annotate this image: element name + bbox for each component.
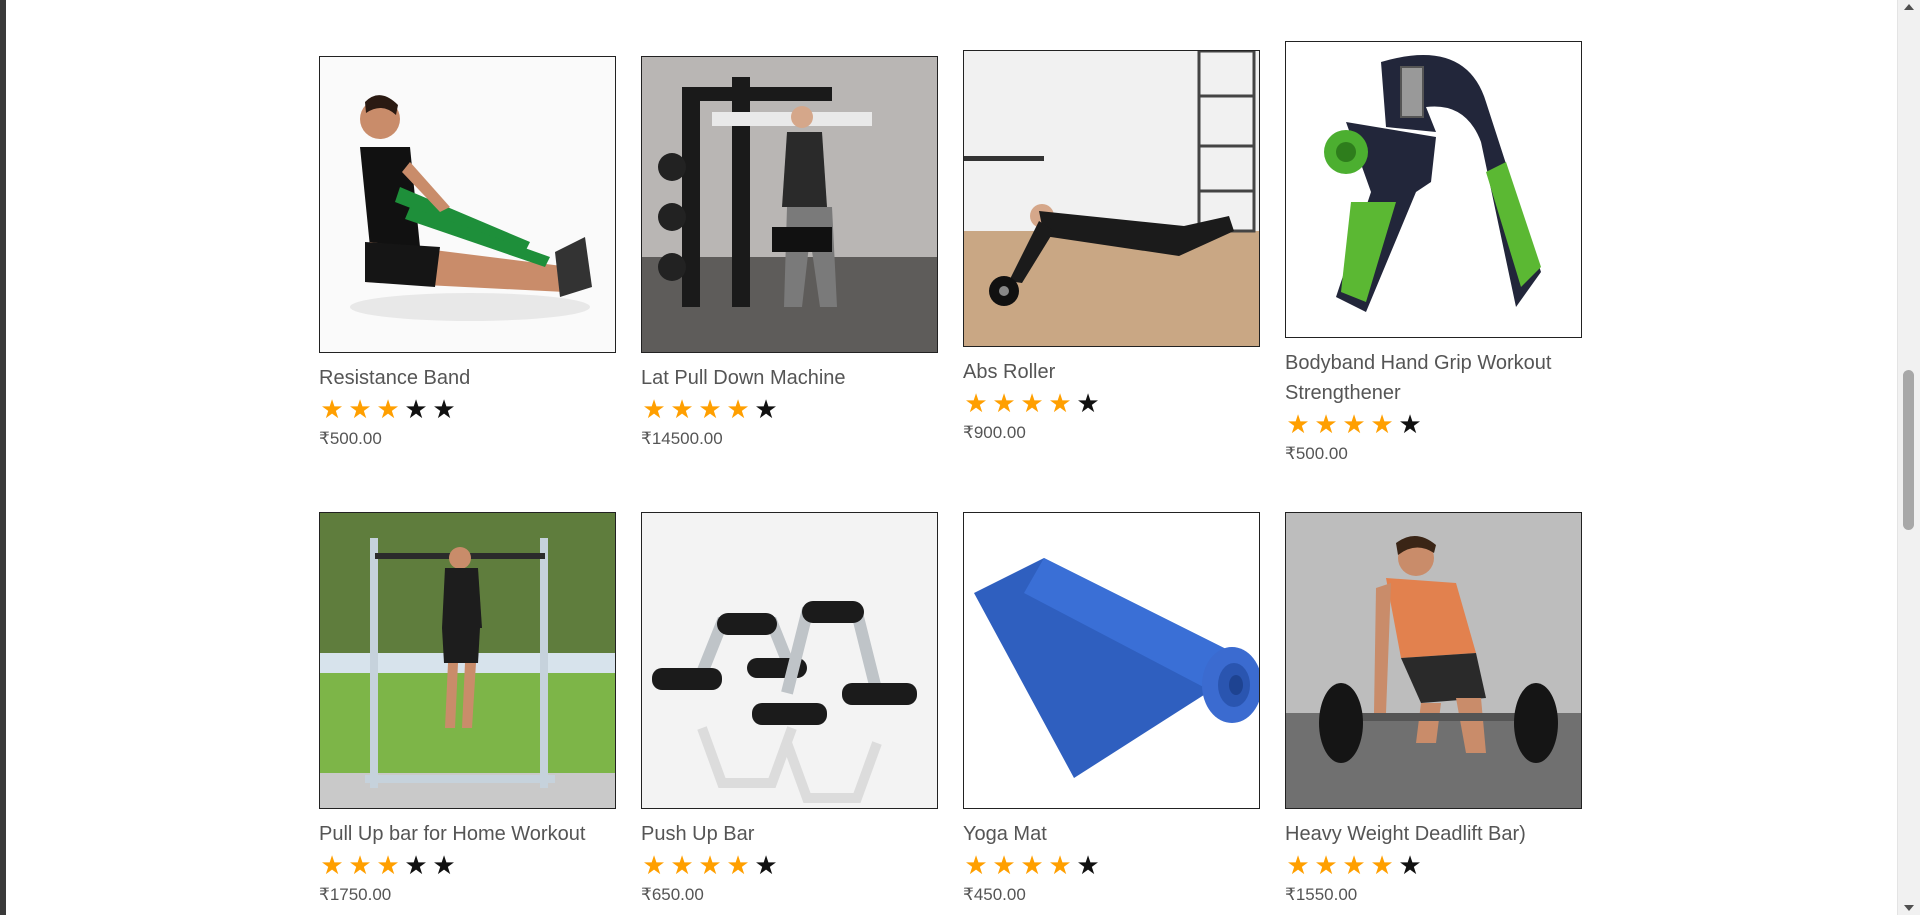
rating-stars: ★ ★ ★ ★ ★ [963,389,1260,417]
product-price: ₹650.00 [641,885,704,904]
product-image-abs-roller[interactable] [963,50,1260,347]
product-image-push-up-bars[interactable] [641,512,938,809]
star-filled-icon: ★ [1048,388,1072,418]
product-price: ₹500.00 [1285,444,1348,463]
star-filled-icon: ★ [698,850,722,880]
star-filled-icon: ★ [726,394,750,424]
star-filled-icon: ★ [1020,850,1044,880]
star-filled-icon: ★ [1342,850,1366,880]
rating-stars: ★ ★ ★ ★ ★ [319,395,616,423]
star-empty-icon: ★ [1398,409,1422,439]
star-filled-icon: ★ [992,850,1016,880]
product-title[interactable]: Yoga Mat [963,819,1260,849]
star-filled-icon: ★ [1286,409,1310,439]
star-filled-icon: ★ [964,850,988,880]
star-filled-icon: ★ [1370,850,1394,880]
star-filled-icon: ★ [1020,388,1044,418]
product-image-yoga-mat[interactable] [963,512,1260,809]
rating-stars: ★ ★ ★ ★ ★ [1285,851,1582,879]
star-filled-icon: ★ [376,850,400,880]
star-empty-icon: ★ [754,394,778,424]
scroll-down-arrow-icon[interactable] [1904,905,1914,911]
star-filled-icon: ★ [992,388,1016,418]
star-filled-icon: ★ [348,850,372,880]
product-image-deadlift-bar[interactable] [1285,512,1582,809]
star-filled-icon: ★ [670,394,694,424]
window-frame-left [0,0,6,915]
product-price: ₹14500.00 [641,429,723,448]
star-filled-icon: ★ [726,850,750,880]
vertical-scrollbar[interactable] [1897,0,1920,915]
star-filled-icon: ★ [964,388,988,418]
star-empty-icon: ★ [432,394,456,424]
product-title[interactable]: Pull Up bar for Home Workout [319,819,616,849]
product-card[interactable]: Push Up Bar ★ ★ ★ ★ ★ ₹650.00 [641,512,938,905]
product-title[interactable]: Bodyband Hand Grip Workout Strengthener [1285,348,1582,408]
rating-stars: ★ ★ ★ ★ ★ [319,851,616,879]
product-price: ₹1550.00 [1285,885,1358,904]
product-price: ₹900.00 [963,423,1026,442]
star-empty-icon: ★ [404,850,428,880]
product-title[interactable]: Push Up Bar [641,819,938,849]
star-filled-icon: ★ [348,394,372,424]
product-price: ₹1750.00 [319,885,392,904]
rating-stars: ★ ★ ★ ★ ★ [641,851,938,879]
star-filled-icon: ★ [1342,409,1366,439]
star-empty-icon: ★ [432,850,456,880]
rating-stars: ★ ★ ★ ★ ★ [641,395,938,423]
star-empty-icon: ★ [1076,850,1100,880]
star-filled-icon: ★ [642,394,666,424]
star-filled-icon: ★ [1370,409,1394,439]
product-title[interactable]: Abs Roller [963,357,1260,387]
rating-stars: ★ ★ ★ ★ ★ [1285,410,1582,438]
product-title[interactable]: Lat Pull Down Machine [641,363,938,393]
product-title[interactable]: Heavy Weight Deadlift Bar) [1285,819,1582,849]
star-filled-icon: ★ [1314,850,1338,880]
scroll-thumb[interactable] [1903,370,1914,530]
star-filled-icon: ★ [320,394,344,424]
rating-stars: ★ ★ ★ ★ ★ [963,851,1260,879]
star-empty-icon: ★ [404,394,428,424]
star-filled-icon: ★ [1314,409,1338,439]
product-card[interactable]: Heavy Weight Deadlift Bar) ★ ★ ★ ★ ★ ₹15… [1285,512,1582,905]
star-empty-icon: ★ [754,850,778,880]
product-card[interactable]: Lat Pull Down Machine ★ ★ ★ ★ ★ ₹14500.0… [641,56,938,449]
star-filled-icon: ★ [376,394,400,424]
product-card[interactable]: Resistance Band ★ ★ ★ ★ ★ ₹500.00 [319,56,616,449]
product-card[interactable]: Yoga Mat ★ ★ ★ ★ ★ ₹450.00 [963,512,1260,905]
scroll-up-arrow-icon[interactable] [1904,4,1914,10]
product-title[interactable]: Resistance Band [319,363,616,393]
product-card[interactable]: Pull Up bar for Home Workout ★ ★ ★ ★ ★ ₹… [319,512,616,905]
star-filled-icon: ★ [1048,850,1072,880]
product-image-lat-pull-down-machine[interactable] [641,56,938,353]
product-card[interactable]: Bodyband Hand Grip Workout Strengthener … [1285,41,1582,464]
product-card[interactable]: Abs Roller ★ ★ ★ ★ ★ ₹900.00 [963,50,1260,443]
star-filled-icon: ★ [320,850,344,880]
star-filled-icon: ★ [642,850,666,880]
star-filled-icon: ★ [698,394,722,424]
star-empty-icon: ★ [1398,850,1422,880]
star-empty-icon: ★ [1076,388,1100,418]
product-price: ₹500.00 [319,429,382,448]
star-filled-icon: ★ [670,850,694,880]
star-filled-icon: ★ [1286,850,1310,880]
product-image-pull-up-bar[interactable] [319,512,616,809]
product-image-hand-grip[interactable] [1285,41,1582,338]
product-image-resistance-band[interactable] [319,56,616,353]
product-price: ₹450.00 [963,885,1026,904]
